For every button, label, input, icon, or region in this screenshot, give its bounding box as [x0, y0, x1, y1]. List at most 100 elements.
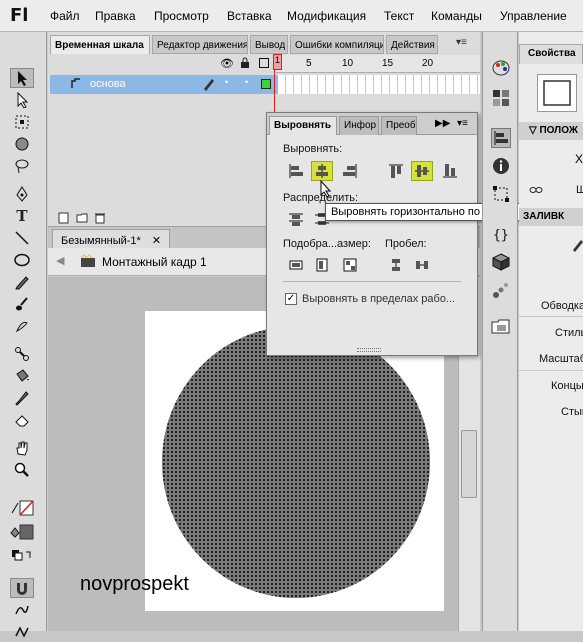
selection-tool-icon[interactable]	[10, 68, 34, 88]
color-palette-icon[interactable]	[491, 58, 511, 78]
tab-compiler-errors[interactable]: Ошибки компиляции	[290, 35, 384, 54]
space-horizontal-icon[interactable]	[411, 255, 433, 275]
components-icon[interactable]	[491, 252, 511, 272]
layer-color-box[interactable]	[261, 79, 271, 89]
straighten-icon[interactable]	[10, 622, 34, 642]
oval-tool-icon[interactable]	[10, 250, 34, 270]
distribute-top-icon[interactable]	[285, 209, 307, 229]
space-vertical-icon[interactable]	[385, 255, 407, 275]
new-folder-icon[interactable]	[76, 212, 88, 227]
match-height-icon[interactable]	[311, 255, 333, 275]
align-top-icon[interactable]	[385, 161, 407, 181]
menu-edit[interactable]: Правка	[95, 9, 136, 23]
zoom-tool-icon[interactable]	[10, 460, 34, 480]
text-tool-icon[interactable]: T	[10, 206, 34, 226]
snap-magnet-icon[interactable]	[10, 578, 34, 598]
svg-text:{}: {}	[493, 228, 509, 243]
frame-ruler[interactable]: 5 10 15 20	[276, 55, 480, 73]
pen-tool-icon[interactable]	[10, 184, 34, 204]
free-transform-tool-icon[interactable]	[10, 112, 34, 132]
tab-transform[interactable]: Преоб	[381, 116, 417, 135]
align-panel-icon[interactable]	[491, 128, 511, 148]
menu-text[interactable]: Текст	[384, 9, 414, 23]
motion-presets-icon[interactable]	[491, 280, 511, 300]
align-left-icon[interactable]	[285, 161, 307, 181]
align-to-stage-checkbox[interactable]: ✓	[285, 293, 297, 305]
tab-output[interactable]: Вывод	[250, 35, 288, 54]
transform-icon[interactable]	[491, 184, 511, 204]
tab-align[interactable]: Выровнять	[269, 116, 337, 135]
match-width-height-icon[interactable]	[339, 255, 361, 275]
lock-dot[interactable]: •	[245, 77, 248, 87]
panel-menu-icon[interactable]: ▾≡	[456, 37, 467, 48]
panel-menu-icon[interactable]: ▾≡	[457, 118, 468, 129]
pencil-icon[interactable]	[571, 238, 583, 255]
menu-file[interactable]: Файл	[50, 9, 80, 23]
info-icon[interactable]	[491, 156, 511, 176]
document-tab[interactable]: Безымянный-1* ✕	[52, 229, 171, 249]
tab-info[interactable]: Инфор	[339, 116, 379, 135]
menu-insert[interactable]: Вставка	[227, 9, 272, 23]
subselection-tool-icon[interactable]	[10, 90, 34, 110]
deco-tool-icon[interactable]	[10, 316, 34, 336]
align-horizontal-center-icon[interactable]	[311, 161, 333, 181]
paint-bucket-tool-icon[interactable]	[10, 366, 34, 386]
tab-motion-editor[interactable]: Редактор движения	[152, 35, 248, 54]
code-snippets-icon[interactable]: {}	[491, 224, 511, 244]
brush-tool-icon[interactable]	[10, 294, 34, 314]
match-width-icon[interactable]	[285, 255, 307, 275]
bone-tool-icon[interactable]	[10, 344, 34, 364]
swatches-icon[interactable]	[491, 88, 511, 108]
menu-view[interactable]: Просмотр	[154, 9, 209, 23]
tab-properties[interactable]: Свойства	[519, 44, 583, 64]
resize-grip[interactable]	[357, 348, 381, 352]
space-label: Пробел:	[385, 238, 427, 250]
hand-tool-icon[interactable]	[10, 438, 34, 458]
back-arrow-icon[interactable]: ◀	[56, 254, 64, 267]
link-icon[interactable]	[529, 185, 543, 198]
section-fill-stroke[interactable]: ЗАЛИВК	[519, 208, 583, 226]
eyedropper-tool-icon[interactable]	[10, 388, 34, 408]
fill-color-swatch[interactable]	[10, 522, 34, 542]
scene-name[interactable]: Монтажный кадр 1	[102, 255, 207, 269]
line-tool-icon[interactable]	[10, 228, 34, 248]
layer-name[interactable]: основа	[90, 78, 126, 90]
menu-control[interactable]: Управление	[500, 9, 567, 23]
lock-icon[interactable]	[240, 57, 250, 72]
scrollbar-thumb[interactable]	[461, 430, 477, 498]
library-icon[interactable]	[491, 318, 511, 338]
eraser-tool-icon[interactable]	[10, 410, 34, 430]
new-layer-icon[interactable]	[58, 212, 70, 227]
visibility-dot[interactable]: •	[225, 77, 228, 87]
watermark-text: novprospekt	[80, 573, 189, 595]
stroke-label: Обводка	[541, 300, 583, 312]
align-right-icon[interactable]	[339, 161, 361, 181]
align-bottom-icon[interactable]	[439, 161, 461, 181]
tab-timeline[interactable]: Временная шкала	[50, 35, 150, 54]
frame-cells[interactable]	[278, 75, 480, 94]
align-vertical-center-icon[interactable]	[411, 161, 433, 181]
eye-icon[interactable]: 👁	[220, 57, 234, 70]
circle-shape[interactable]	[162, 326, 430, 598]
section-position[interactable]: ▽ ПОЛОЖ	[519, 122, 583, 140]
frame-number: 5	[306, 58, 312, 69]
3d-rotation-tool-icon[interactable]	[10, 134, 34, 154]
smooth-icon[interactable]	[10, 600, 34, 620]
playhead-handle[interactable]: 1	[273, 54, 282, 70]
stroke-color-swatch[interactable]	[10, 498, 34, 518]
tab-actions[interactable]: Действия	[386, 35, 438, 54]
align-to-stage-label[interactable]: Выровнять в пределах рабо...	[302, 293, 455, 305]
outline-icon[interactable]	[259, 58, 269, 68]
tools-panel: T	[0, 32, 47, 638]
close-x-icon: X	[575, 152, 583, 166]
close-tab-icon[interactable]: ✕	[152, 235, 161, 247]
more-tabs-icon[interactable]: ▶▶	[435, 118, 450, 129]
swap-colors-icon[interactable]	[10, 546, 34, 566]
lasso-tool-icon[interactable]	[10, 156, 34, 176]
menu-modify[interactable]: Модификация	[287, 9, 366, 23]
delete-layer-icon[interactable]	[94, 212, 106, 227]
frame-number: 20	[422, 58, 434, 69]
shape-preview	[537, 74, 577, 112]
pencil-tool-icon[interactable]	[10, 272, 34, 292]
menu-commands[interactable]: Команды	[431, 9, 482, 23]
